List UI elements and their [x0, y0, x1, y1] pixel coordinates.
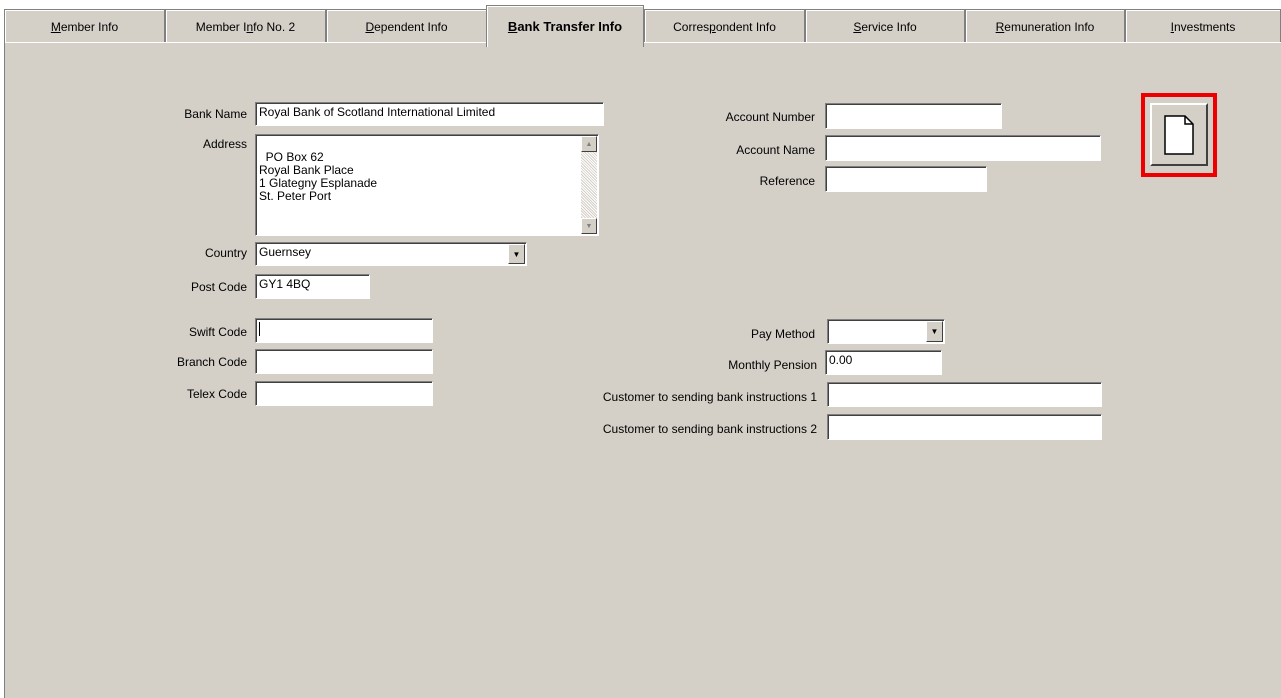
tab-label: Investments — [1170, 19, 1236, 34]
chevron-down-icon[interactable]: ▼ — [508, 244, 525, 264]
account-name-field[interactable] — [825, 135, 1101, 161]
branch-code-label: Branch Code — [176, 355, 247, 369]
country-dropdown[interactable]: Guernsey ▼ — [255, 242, 527, 266]
telex-code-label: Telex Code — [186, 387, 247, 401]
country-label: Country — [204, 246, 247, 260]
swift-code-label: Swift Code — [188, 325, 247, 339]
pay-method-label: Pay Method — [750, 327, 815, 341]
tab-label: Member Info — [50, 19, 119, 34]
address-textarea[interactable]: PO Box 62 Royal Bank Place 1 Glategny Es… — [255, 134, 599, 236]
reference-field[interactable] — [825, 166, 987, 192]
address-text: PO Box 62 Royal Bank Place 1 Glategny Es… — [259, 150, 378, 203]
tab-label: Correspondent Info — [673, 19, 776, 34]
post-code-label: Post Code — [190, 280, 247, 294]
tab-service-info[interactable]: Service Info — [805, 9, 965, 43]
tab-dependent-info[interactable]: Dependent Info — [326, 9, 487, 43]
tab-label: Remuneration Info — [995, 19, 1095, 34]
branch-code-field[interactable] — [255, 349, 433, 374]
tab-remuneration-info[interactable]: Remuneration Info — [965, 9, 1125, 43]
tab-label: Dependent Info — [365, 19, 448, 34]
country-value: Guernsey — [259, 245, 312, 259]
tab-bank-transfer-info[interactable]: Bank Transfer Info — [486, 5, 644, 47]
post-code-field[interactable]: GY1 4BQ — [255, 274, 370, 299]
tab-investments[interactable]: Investments — [1125, 9, 1281, 43]
tab-correspondent-info[interactable]: Correspondent Info — [644, 9, 805, 43]
reference-label: Reference — [759, 174, 815, 188]
bank-name-label: Bank Name — [184, 107, 247, 121]
chevron-down-icon[interactable]: ▼ — [926, 321, 943, 342]
tab-bar: Member Info Member Info No. 2 Dependent … — [0, 0, 1281, 47]
instructions-2-label: Customer to sending bank instructions 2 — [602, 422, 817, 436]
new-document-icon — [1164, 114, 1194, 155]
instructions-1-label: Customer to sending bank instructions 1 — [602, 390, 817, 404]
monthly-pension-field[interactable]: 0.00 — [825, 350, 942, 375]
tab-member-info-no-2[interactable]: Member Info No. 2 — [165, 9, 326, 43]
tab-label: Bank Transfer Info — [507, 19, 623, 34]
text-cursor — [259, 321, 260, 336]
scroll-down-icon[interactable]: ▼ — [581, 218, 597, 234]
address-label: Address — [202, 137, 247, 151]
tab-label: Service Info — [853, 19, 917, 34]
telex-code-field[interactable] — [255, 381, 433, 406]
account-number-field[interactable] — [825, 103, 1002, 129]
bank-name-field[interactable]: Royal Bank of Scotland International Lim… — [255, 102, 604, 126]
pay-method-dropdown[interactable]: ▼ — [827, 319, 945, 344]
account-number-label: Account Number — [725, 110, 815, 124]
instructions-2-field[interactable] — [827, 414, 1102, 440]
instructions-1-field[interactable] — [827, 382, 1102, 407]
account-name-label: Account Name — [736, 143, 815, 157]
tab-member-info[interactable]: Member Info — [4, 9, 165, 43]
tab-label: Member Info No. 2 — [195, 19, 296, 34]
monthly-pension-label: Monthly Pension — [728, 358, 817, 372]
new-document-button[interactable] — [1150, 103, 1208, 166]
swift-code-field[interactable] — [255, 318, 433, 343]
